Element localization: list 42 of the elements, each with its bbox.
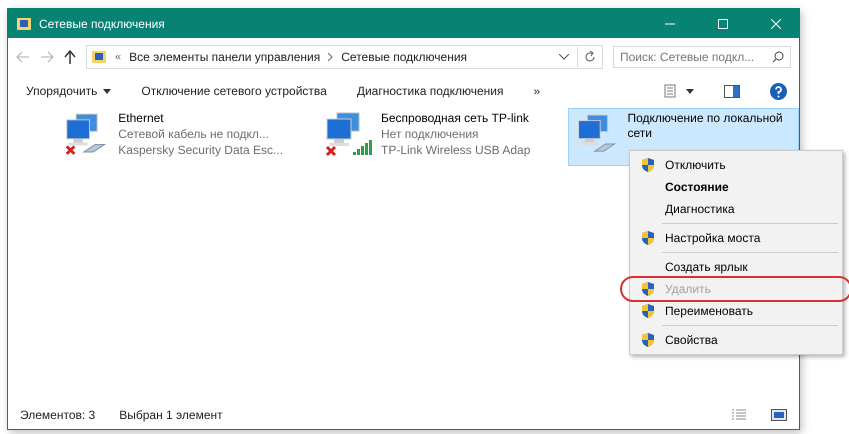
close-icon[interactable] [771, 18, 781, 28]
toolbar-button[interactable]: Упорядочить [26, 84, 112, 98]
search-field[interactable]: Поиск: Сетевые подкл... [613, 46, 791, 68]
connection-detail: Сетевой кабель не подкл... [118, 127, 270, 142]
control-panel-icon [91, 49, 107, 65]
menu-item[interactable]: Настройка моста [632, 227, 840, 249]
menu-item[interactable]: Переименовать [632, 300, 840, 322]
breadcrumb-chevron-icon [328, 53, 334, 61]
connection-detail: Нет подключения [381, 127, 480, 142]
search-icon [772, 51, 784, 63]
caret-icon [103, 88, 112, 94]
view-options-icon[interactable] [664, 84, 694, 98]
connection-name: Беспроводная сеть TP-link [381, 111, 530, 126]
overflow-chevron[interactable]: « [115, 51, 122, 63]
menu-item[interactable]: Свойства [632, 329, 840, 351]
maximize-icon[interactable] [718, 18, 728, 28]
window-title: Сетевые подключения [39, 16, 166, 30]
menu-item[interactable]: Состояние [632, 176, 840, 198]
network-computer-icon [323, 111, 373, 159]
toolbar-button[interactable]: Диагностика подключения [356, 84, 504, 98]
up-button[interactable] [64, 50, 76, 64]
connection-name: Ethernet [118, 111, 165, 126]
details-view-icon[interactable] [731, 409, 747, 421]
connection-name: Подключение по локальной сети [627, 111, 784, 141]
large-icons-view-icon[interactable] [771, 409, 787, 421]
dropdown-chevron-icon[interactable] [559, 54, 569, 60]
breadcrumb[interactable]: Сетевые подключения [341, 50, 468, 64]
address-bar[interactable]: « Все элементы панели управления Сетевые подключения [86, 45, 603, 69]
toolbar-button[interactable]: Отключение сетевого устройства [141, 84, 327, 98]
menu-item[interactable]: Создать ярлык [632, 256, 840, 278]
connection-detail: TP-Link Wireless USB Adap [381, 143, 530, 158]
connection-item[interactable]: Беспроводная сеть TP-link Нет подключения TP-Link Wireless USB Adap [316, 108, 548, 166]
preview-pane-icon[interactable] [724, 84, 740, 98]
connection-item[interactable]: Ethernet Сетевой кабель не подкл... Kaspersky Security Data Esc... [56, 108, 290, 166]
help-icon[interactable] [770, 82, 787, 100]
selection-count: Выбран 1 элемент [119, 408, 223, 422]
more-button[interactable]: » [534, 84, 540, 98]
connection-detail: Kaspersky Security Data Esc... [118, 143, 283, 158]
menu-item[interactable]: Диагностика [632, 198, 840, 220]
breadcrumb[interactable]: Все элементы панели управления [129, 50, 320, 64]
network-folder-icon [16, 16, 32, 32]
item-count: Элементов: 3 [20, 408, 96, 422]
